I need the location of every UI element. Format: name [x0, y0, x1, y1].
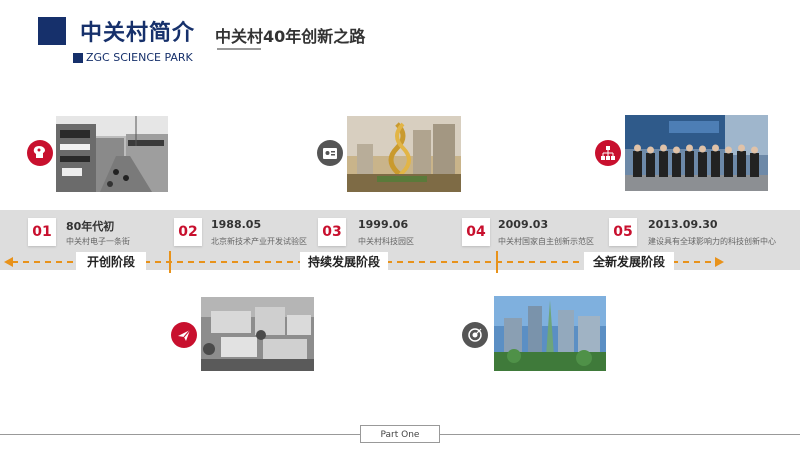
logo-square	[38, 17, 66, 45]
target-icon	[462, 322, 488, 348]
photo-group-meeting	[625, 115, 768, 191]
photo-aerial-park	[201, 297, 314, 371]
event-date-01: 80年代初	[66, 220, 115, 233]
phase-label-3: 全新发展阶段	[584, 252, 674, 272]
event-desc-01: 中关村电子一条街	[66, 237, 130, 246]
footer-divider-left	[0, 434, 360, 435]
event-number-02: 02	[174, 218, 202, 246]
phase-divider-1	[169, 251, 171, 273]
english-title: ZGC SCIENCE PARK	[86, 51, 193, 64]
english-title-marker	[73, 53, 83, 63]
id-card-icon	[317, 140, 343, 166]
photo-electronics-street	[56, 116, 168, 192]
page-title: 中关村简介	[80, 21, 196, 46]
org-chart-icon	[595, 140, 621, 166]
event-date-03: 1999.06	[358, 218, 409, 231]
paper-plane-icon	[171, 322, 197, 348]
section-label: Part One	[360, 425, 440, 443]
event-number-04: 04	[462, 218, 490, 246]
event-date-05: 2013.09.30	[648, 218, 718, 231]
page-subtitle: 中关村40年创新之路	[215, 27, 366, 46]
event-date-02: 1988.05	[211, 218, 262, 231]
event-number-05: 05	[609, 218, 637, 246]
event-desc-03: 中关村科技园区	[358, 237, 414, 246]
photo-modern-buildings	[494, 296, 606, 371]
event-desc-02: 北京新技术产业开发试验区	[211, 237, 307, 246]
phase-label-1: 开创阶段	[76, 252, 146, 272]
phase-label-2: 持续发展阶段	[300, 252, 388, 272]
photo-dna-sculpture	[347, 116, 461, 192]
subtitle-underline	[217, 48, 261, 50]
event-number-03: 03	[318, 218, 346, 246]
event-desc-04: 中关村国家自主创新示范区	[498, 237, 594, 246]
lightbulb-head-icon	[27, 140, 53, 166]
footer-divider-right	[440, 434, 800, 435]
event-date-04: 2009.03	[498, 218, 549, 231]
phase-divider-2	[496, 251, 498, 273]
event-number-01: 01	[28, 218, 56, 246]
event-desc-05: 建设具有全球影响力的科技创新中心	[648, 237, 776, 246]
